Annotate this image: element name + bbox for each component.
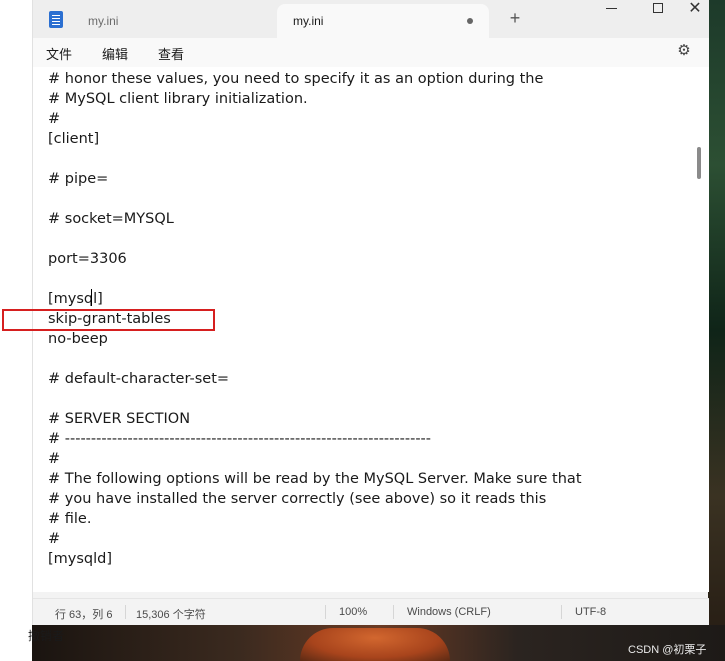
desktop-text: 撤销者 <box>28 629 65 643</box>
editor-line: # socket=MYSQL <box>48 211 174 227</box>
editor-line: # The following options will be read by … <box>48 471 582 487</box>
vertical-scrollbar[interactable] <box>697 147 701 179</box>
editor-line: # SERVER SECTION <box>48 411 191 427</box>
editor-line: # default-character-set= <box>48 371 230 387</box>
title-bar[interactable]: my.ini my.ini + ✕ <box>33 0 709 38</box>
encoding[interactable]: UTF-8 <box>575 606 606 618</box>
annotation-highlight-box <box>2 309 215 331</box>
unsaved-dot-icon[interactable] <box>467 18 473 24</box>
close-icon: ✕ <box>688 0 702 17</box>
minimize-button[interactable] <box>589 0 635 30</box>
editor-line: [client] <box>48 131 100 147</box>
minimize-icon <box>606 8 617 9</box>
editor-line: port=3306 <box>48 251 127 267</box>
character-count: 15,306 个字符 <box>136 609 206 621</box>
editor-line: [mysqld] <box>48 551 113 567</box>
status-separator <box>393 605 394 619</box>
editor-line: # MySQL client library initialization. <box>48 91 308 107</box>
tab-my-ini-2[interactable]: my.ini <box>277 4 489 38</box>
maximize-button[interactable] <box>635 0 681 30</box>
editor-line: # --------------------------------------… <box>48 431 432 447</box>
line-ending[interactable]: Windows (CRLF) <box>407 606 491 618</box>
editor-line: # honor these values, you need to specif… <box>48 71 544 87</box>
menu-edit[interactable]: 编辑 <box>102 44 128 63</box>
editor-line: no-beep <box>48 331 108 347</box>
cursor-position: 行 63，列 6 <box>55 609 113 621</box>
menu-file[interactable]: 文件 <box>46 44 72 63</box>
tab-label: my.ini <box>293 14 324 28</box>
menu-view[interactable]: 查看 <box>158 44 184 63</box>
gear-icon[interactable]: ⚙ <box>676 43 692 59</box>
status-separator <box>325 605 326 619</box>
status-bar: 行 63，列 6 15,306 个字符 100% Windows (CRLF) … <box>33 598 709 625</box>
notepad-icon <box>49 11 63 28</box>
watermark: CSDN @初栗子 <box>628 644 707 656</box>
menu-bar: 文件 编辑 查看 ⚙ <box>33 38 709 67</box>
editor-line: # <box>48 111 61 127</box>
tab-my-ini-1[interactable]: my.ini <box>73 4 273 38</box>
editor-line: # pipe= <box>48 171 109 187</box>
editor-line: # <box>48 531 61 547</box>
status-separator <box>561 605 562 619</box>
editor-line: [mysql] <box>48 291 103 307</box>
zoom-level[interactable]: 100% <box>339 606 367 618</box>
editor-line: # <box>48 451 61 467</box>
text-caret <box>91 289 92 306</box>
add-tab-button[interactable]: + <box>505 8 525 29</box>
editor-line: # The next three options are mutually ex… <box>48 589 574 592</box>
editor-line: # file. <box>48 511 92 527</box>
tab-label: my.ini <box>88 14 119 28</box>
desktop-wallpaper-right <box>708 0 725 661</box>
maximize-icon <box>653 3 663 13</box>
status-separator <box>125 605 126 619</box>
close-button[interactable]: ✕ <box>681 0 709 30</box>
wallpaper-mushroom <box>300 628 450 661</box>
editor-line: # you have installed the server correctl… <box>48 491 547 507</box>
